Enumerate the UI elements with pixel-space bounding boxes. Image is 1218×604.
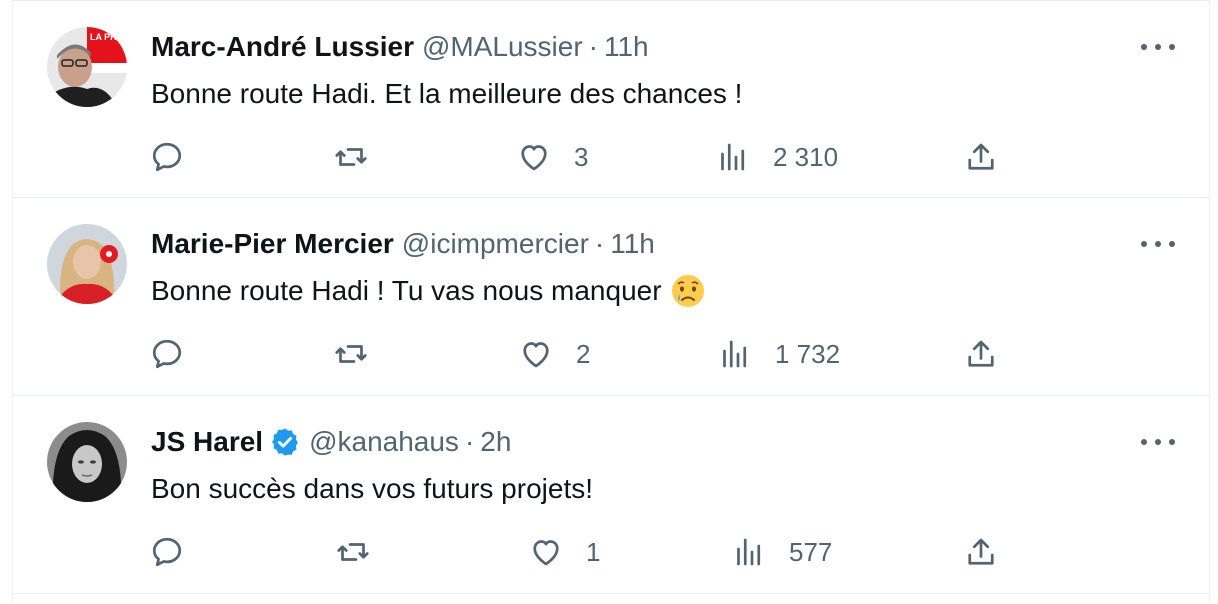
view-count: 577 xyxy=(789,536,833,567)
timestamp[interactable]: 11h xyxy=(610,226,655,262)
like-button[interactable]: 3 xyxy=(516,137,588,177)
views-chart-icon xyxy=(723,340,747,368)
avatar[interactable] xyxy=(47,422,127,502)
tweet-text: Bonne route Hadi. Et la meilleure des ch… xyxy=(151,75,742,113)
reply-icon xyxy=(152,142,182,172)
tweet-text-content: Bon succès dans vos futurs projets! xyxy=(151,473,593,504)
like-count: 1 xyxy=(586,536,601,567)
reply-button[interactable] xyxy=(149,334,207,374)
like-button[interactable]: 1 xyxy=(528,532,600,572)
tweet-header: JS Harel @kanahaus · 2h xyxy=(151,424,511,460)
user-handle[interactable]: @MALussier xyxy=(422,29,583,65)
action-bar: 2 1 732 xyxy=(13,334,1209,374)
like-count: 3 xyxy=(574,141,589,172)
user-handle[interactable]: @kanahaus xyxy=(309,424,459,460)
tweet-header: Marie-Pier Mercier @icimpmercier · 11h xyxy=(151,226,655,262)
separator-dot: · xyxy=(588,31,598,62)
crying-face-icon xyxy=(671,275,704,307)
user-handle[interactable]: @icimpmercier xyxy=(402,226,589,262)
heart-icon xyxy=(523,342,549,368)
heart-icon xyxy=(521,145,547,171)
verified-badge-icon[interactable] xyxy=(269,426,301,458)
display-name[interactable]: Marc-André Lussier xyxy=(151,29,414,65)
avatar-badge-text: LA PRESSE xyxy=(90,32,127,42)
avatar[interactable]: LA PRESSE xyxy=(47,27,127,107)
more-options-icon[interactable] xyxy=(1141,37,1175,57)
retweet-icon xyxy=(337,543,369,561)
reply-feed: LA PRESSE Marc-André Lussier @MALussier … xyxy=(12,0,1210,604)
timestamp[interactable]: 11h xyxy=(604,29,649,65)
share-button[interactable] xyxy=(963,334,999,374)
share-icon xyxy=(968,143,994,170)
like-count: 2 xyxy=(576,338,591,369)
reply-icon xyxy=(152,339,182,369)
reply-button[interactable] xyxy=(149,532,207,572)
tweet-text-content: Bonne route Hadi ! Tu vas nous manquer xyxy=(151,275,662,306)
tweet-text: Bon succès dans vos futurs projets! xyxy=(151,470,593,508)
timestamp[interactable]: 2h xyxy=(480,424,511,460)
tweet[interactable]: Marie-Pier Mercier @icimpmercier · 11h B… xyxy=(13,198,1209,396)
views-chart-icon xyxy=(721,143,745,171)
views-button[interactable]: 577 xyxy=(731,532,832,572)
retweet-button[interactable] xyxy=(333,137,391,177)
separator-dot: · xyxy=(464,426,475,457)
retweet-icon xyxy=(335,345,367,363)
retweet-button[interactable] xyxy=(335,532,393,572)
more-options-icon[interactable] xyxy=(1141,234,1175,254)
more-options-icon[interactable] xyxy=(1141,432,1175,452)
reply-icon xyxy=(152,537,182,567)
views-chart-icon xyxy=(737,538,761,566)
share-icon xyxy=(968,538,994,565)
tweet-header: Marc-André Lussier @MALussier · 11h xyxy=(151,29,649,65)
display-name[interactable]: JS Harel xyxy=(151,424,263,460)
views-button[interactable]: 2 310 xyxy=(715,137,838,177)
tweet[interactable]: LA PRESSE Marc-André Lussier @MALussier … xyxy=(13,0,1209,198)
avatar[interactable] xyxy=(47,224,127,304)
tweet[interactable]: JS Harel @kanahaus · 2h Bon succès dans … xyxy=(13,396,1209,594)
heart-icon xyxy=(533,540,559,566)
separator-dot: · xyxy=(594,228,605,259)
action-bar: 1 577 xyxy=(13,532,1209,572)
display-name[interactable]: Marie-Pier Mercier xyxy=(151,226,394,262)
retweet-button[interactable] xyxy=(333,334,391,374)
reply-button[interactable] xyxy=(149,137,207,177)
tweet-text-content: Bonne route Hadi. Et la meilleure des ch… xyxy=(151,78,743,109)
view-count: 1 732 xyxy=(775,338,841,369)
like-button[interactable]: 2 xyxy=(518,334,590,374)
view-count: 2 310 xyxy=(773,141,839,172)
views-button[interactable]: 1 732 xyxy=(717,334,840,374)
tweet-text: Bonne route Hadi ! Tu vas nous manquer xyxy=(151,272,706,310)
share-button[interactable] xyxy=(963,532,999,572)
share-button[interactable] xyxy=(963,137,999,177)
action-bar: 3 2 310 xyxy=(13,137,1209,177)
share-icon xyxy=(968,340,994,367)
retweet-icon xyxy=(335,148,367,166)
